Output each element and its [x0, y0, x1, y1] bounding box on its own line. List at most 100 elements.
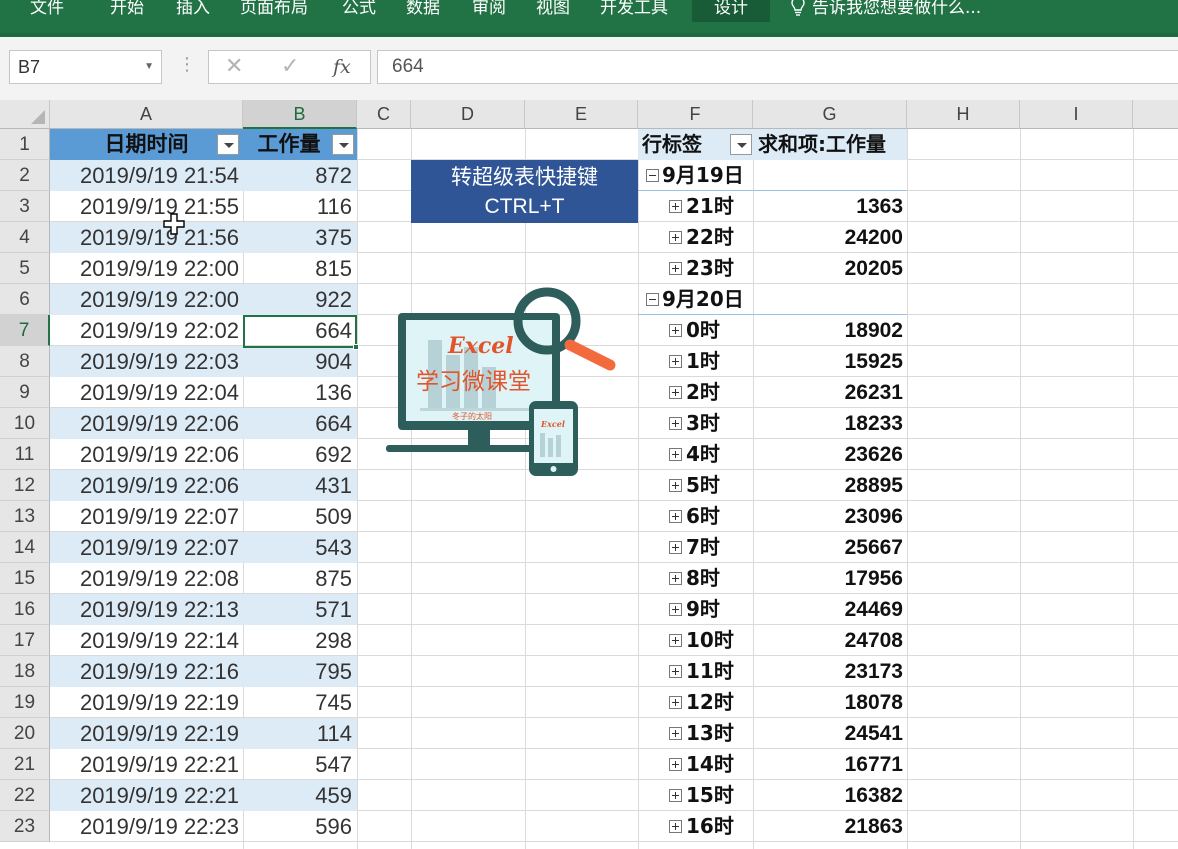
pivot-row-label[interactable]: 4时 [686, 439, 720, 470]
pivot-sum-value[interactable]: 17956 [845, 563, 903, 594]
pivot-sum-value[interactable]: 23173 [845, 656, 903, 687]
datetime-cell[interactable]: 2019/9/19 22:04 [50, 377, 243, 408]
expand-icon[interactable] [669, 634, 682, 647]
tab-review[interactable]: 审阅 [472, 0, 506, 22]
pivot-sum-value[interactable]: 25667 [845, 532, 903, 563]
expand-icon[interactable] [669, 386, 682, 399]
workload-cell[interactable]: 509 [243, 501, 357, 532]
datetime-cell[interactable]: 2019/9/19 22:19 [50, 687, 243, 718]
expand-icon[interactable] [669, 727, 682, 740]
pivot-sum-value[interactable]: 18233 [845, 408, 903, 439]
pivot-row-label[interactable]: 23时 [686, 253, 734, 284]
pivot-sum-value[interactable]: 28895 [845, 470, 903, 501]
collapse-icon[interactable] [646, 293, 659, 306]
row-header[interactable]: 2 [0, 160, 50, 191]
workload-cell[interactable]: 375 [243, 222, 357, 253]
filter-dropdown-icon[interactable] [332, 134, 354, 155]
expand-icon[interactable] [669, 324, 682, 337]
column-header-g[interactable]: G [753, 100, 907, 129]
expand-icon[interactable] [669, 665, 682, 678]
pivot-row-label[interactable]: 8时 [686, 563, 720, 594]
pivot-sum-value[interactable]: 20205 [845, 253, 903, 284]
fill-handle[interactable] [353, 344, 359, 350]
pivot-sum-value[interactable]: 24708 [845, 625, 903, 656]
pivot-row-label[interactable]: 9时 [686, 594, 720, 625]
row-header[interactable]: 17 [0, 625, 50, 656]
pivot-row-label[interactable]: 11时 [686, 656, 734, 687]
datetime-cell[interactable]: 2019/9/19 22:16 [50, 656, 243, 687]
datetime-cell[interactable]: 2019/9/19 21:55 [50, 191, 243, 222]
pivot-row-label[interactable]: 2时 [686, 377, 720, 408]
datetime-cell[interactable]: 2019/9/19 22:19 [50, 718, 243, 749]
pivot-sum-value[interactable]: 24541 [845, 718, 903, 749]
workload-cell[interactable]: 692 [243, 439, 357, 470]
tab-file[interactable]: 文件 [30, 0, 64, 22]
row-header[interactable]: 23 [0, 811, 50, 842]
row-header[interactable]: 11 [0, 439, 50, 470]
pivot-row-label[interactable]: 15时 [686, 780, 734, 811]
datetime-cell[interactable]: 2019/9/19 22:08 [50, 563, 243, 594]
pivot-row-label[interactable]: 1时 [686, 346, 720, 377]
workload-cell[interactable]: 815 [243, 253, 357, 284]
row-header[interactable]: 14 [0, 532, 50, 563]
tab-formulas[interactable]: 公式 [342, 0, 376, 22]
row-header[interactable]: 4 [0, 222, 50, 253]
pivot-row-label[interactable]: 10时 [686, 625, 734, 656]
workload-cell[interactable]: 795 [243, 656, 357, 687]
expand-icon[interactable] [669, 603, 682, 616]
column-header-d[interactable]: D [411, 100, 525, 129]
pivot-sum-value[interactable]: 1363 [856, 191, 903, 222]
tab-view[interactable]: 视图 [536, 0, 570, 22]
workload-cell[interactable]: 745 [243, 687, 357, 718]
tab-home[interactable]: 开始 [110, 0, 144, 22]
worksheet-grid[interactable]: A B C D E F G H I 1 2 3 4 5 6 7 8 9 10 11 12 13 14 15 1… [0, 100, 1178, 849]
row-header[interactable]: 3 [0, 191, 50, 222]
workload-cell[interactable]: 136 [243, 377, 357, 408]
pivot-sum-value[interactable]: 23626 [845, 439, 903, 470]
row-header[interactable]: 6 [0, 284, 50, 315]
pivot-sum-value[interactable]: 15925 [845, 346, 903, 377]
column-header-next[interactable] [1133, 100, 1178, 129]
column-header-a[interactable]: A [50, 100, 243, 129]
row-header[interactable]: 22 [0, 780, 50, 811]
pivot-sum-value[interactable]: 24200 [845, 222, 903, 253]
datetime-cell[interactable]: 2019/9/19 22:21 [50, 749, 243, 780]
pivot-row-label[interactable]: 7时 [686, 532, 720, 563]
table-header-workload[interactable]: 工作量 [243, 129, 357, 160]
datetime-cell[interactable]: 2019/9/19 21:56 [50, 222, 243, 253]
workload-cell[interactable]: 904 [243, 346, 357, 377]
column-header-b[interactable]: B [243, 100, 357, 129]
expand-icon[interactable] [669, 696, 682, 709]
row-header[interactable]: 5 [0, 253, 50, 284]
expand-icon[interactable] [669, 789, 682, 802]
collapse-icon[interactable] [646, 169, 659, 182]
datetime-cell[interactable]: 2019/9/19 22:14 [50, 625, 243, 656]
workload-cell[interactable]: 664 [243, 408, 357, 439]
datetime-cell[interactable]: 2019/9/19 21:54 [50, 160, 243, 191]
formula-input[interactable]: 664 [377, 50, 1178, 84]
pivot-filter-icon[interactable] [730, 134, 752, 155]
row-header[interactable]: 20 [0, 718, 50, 749]
pivot-row-label[interactable]: 9月20日 [662, 284, 744, 315]
row-header[interactable]: 15 [0, 563, 50, 594]
pivot-sum-value[interactable]: 23096 [845, 501, 903, 532]
expand-icon[interactable] [669, 510, 682, 523]
datetime-cell[interactable]: 2019/9/19 22:06 [50, 439, 243, 470]
datetime-cell[interactable]: 2019/9/19 22:06 [50, 408, 243, 439]
pivot-row-label[interactable]: 6时 [686, 501, 720, 532]
workload-cell[interactable]: 596 [243, 811, 357, 842]
pivot-row-label[interactable]: 12时 [686, 687, 734, 718]
expand-icon[interactable] [669, 479, 682, 492]
workload-cell[interactable]: 543 [243, 532, 357, 563]
workload-cell[interactable]: 872 [243, 160, 357, 191]
tab-insert[interactable]: 插入 [176, 0, 210, 22]
pivot-sum-value[interactable]: 24469 [845, 594, 903, 625]
pivot-sum-value[interactable]: 18902 [845, 315, 903, 346]
chevron-down-icon[interactable]: ▼ [144, 51, 154, 83]
row-header[interactable]: 1 [0, 129, 50, 160]
expand-icon[interactable] [669, 231, 682, 244]
pivot-sum-value[interactable]: 18078 [845, 687, 903, 718]
datetime-cell[interactable]: 2019/9/19 22:23 [50, 811, 243, 842]
workload-cell[interactable]: 875 [243, 563, 357, 594]
row-header[interactable]: 21 [0, 749, 50, 780]
